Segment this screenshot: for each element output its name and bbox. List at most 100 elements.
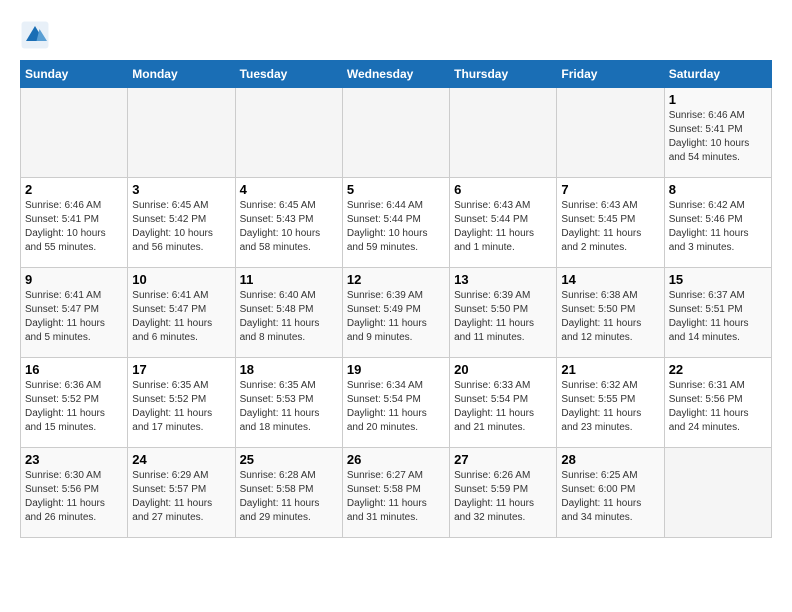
- week-row-5: 23 Sunrise: 6:30 AM Sunset: 5:56 PM Dayli…: [21, 448, 772, 538]
- day-number: 6: [454, 182, 552, 197]
- day-info: Sunrise: 6:32 AM Sunset: 5:55 PM Dayligh…: [561, 379, 659, 435]
- day-number: 1: [669, 92, 767, 107]
- calendar-cell: 9 Sunrise: 6:41 AM Sunset: 5:47 PM Daylig…: [21, 268, 128, 358]
- day-info: Sunrise: 6:33 AM Sunset: 5:54 PM Dayligh…: [454, 379, 552, 435]
- calendar-cell: 28 Sunrise: 6:25 AM Sunset: 6:00 PM Dayli…: [557, 448, 664, 538]
- calendar-cell: 15 Sunrise: 6:37 AM Sunset: 5:51 PM Dayli…: [664, 268, 771, 358]
- day-number: 8: [669, 182, 767, 197]
- day-info: Sunrise: 6:27 AM Sunset: 5:58 PM Dayligh…: [347, 469, 445, 525]
- day-number: 21: [561, 362, 659, 377]
- day-number: 19: [347, 362, 445, 377]
- calendar-cell: [450, 88, 557, 178]
- week-row-3: 9 Sunrise: 6:41 AM Sunset: 5:47 PM Daylig…: [21, 268, 772, 358]
- day-info: Sunrise: 6:37 AM Sunset: 5:51 PM Dayligh…: [669, 289, 767, 345]
- calendar-cell: 6 Sunrise: 6:43 AM Sunset: 5:44 PM Daylig…: [450, 178, 557, 268]
- calendar-cell: [557, 88, 664, 178]
- calendar-cell: 27 Sunrise: 6:26 AM Sunset: 5:59 PM Dayli…: [450, 448, 557, 538]
- week-row-2: 2Sunrise: 6:46 AM Sunset: 5:41 PM Daylig…: [21, 178, 772, 268]
- day-info: Sunrise: 6:46 AM Sunset: 5:41 PM Dayligh…: [669, 109, 767, 165]
- day-number: 22: [669, 362, 767, 377]
- calendar-cell: [235, 88, 342, 178]
- day-info: Sunrise: 6:35 AM Sunset: 5:52 PM Dayligh…: [132, 379, 230, 435]
- day-info: Sunrise: 6:39 AM Sunset: 5:49 PM Dayligh…: [347, 289, 445, 345]
- calendar-cell: 21 Sunrise: 6:32 AM Sunset: 5:55 PM Dayli…: [557, 358, 664, 448]
- col-header-monday: Monday: [128, 61, 235, 88]
- day-info: Sunrise: 6:34 AM Sunset: 5:54 PM Dayligh…: [347, 379, 445, 435]
- col-header-wednesday: Wednesday: [342, 61, 449, 88]
- logo-icon: [20, 20, 50, 50]
- day-number: 20: [454, 362, 552, 377]
- calendar-cell: 17 Sunrise: 6:35 AM Sunset: 5:52 PM Dayli…: [128, 358, 235, 448]
- calendar-cell: 22 Sunrise: 6:31 AM Sunset: 5:56 PM Dayli…: [664, 358, 771, 448]
- day-info: Sunrise: 6:40 AM Sunset: 5:48 PM Dayligh…: [240, 289, 338, 345]
- day-info: Sunrise: 6:41 AM Sunset: 5:47 PM Dayligh…: [25, 289, 123, 345]
- col-header-thursday: Thursday: [450, 61, 557, 88]
- day-number: 16: [25, 362, 123, 377]
- col-header-saturday: Saturday: [664, 61, 771, 88]
- logo: [20, 20, 54, 50]
- calendar-cell: 3 Sunrise: 6:45 AM Sunset: 5:42 PM Daylig…: [128, 178, 235, 268]
- calendar-cell: 16 Sunrise: 6:36 AM Sunset: 5:52 PM Dayli…: [21, 358, 128, 448]
- calendar-cell: 18Sunrise: 6:35 AM Sunset: 5:53 PM Dayli…: [235, 358, 342, 448]
- calendar-cell: 24 Sunrise: 6:29 AM Sunset: 5:57 PM Dayli…: [128, 448, 235, 538]
- calendar-cell: 20 Sunrise: 6:33 AM Sunset: 5:54 PM Dayli…: [450, 358, 557, 448]
- day-number: 28: [561, 452, 659, 467]
- day-number: 24: [132, 452, 230, 467]
- day-number: 5: [347, 182, 445, 197]
- day-number: 4: [240, 182, 338, 197]
- day-info: Sunrise: 6:43 AM Sunset: 5:44 PM Dayligh…: [454, 199, 552, 255]
- day-info: Sunrise: 6:31 AM Sunset: 5:56 PM Dayligh…: [669, 379, 767, 435]
- day-number: 14: [561, 272, 659, 287]
- day-number: 9: [25, 272, 123, 287]
- day-info: Sunrise: 6:29 AM Sunset: 5:57 PM Dayligh…: [132, 469, 230, 525]
- calendar-cell: [664, 448, 771, 538]
- day-number: 10: [132, 272, 230, 287]
- week-row-4: 16 Sunrise: 6:36 AM Sunset: 5:52 PM Dayli…: [21, 358, 772, 448]
- calendar-cell: 13 Sunrise: 6:39 AM Sunset: 5:50 PM Dayli…: [450, 268, 557, 358]
- day-number: 2: [25, 182, 123, 197]
- day-number: 15: [669, 272, 767, 287]
- calendar-cell: 23 Sunrise: 6:30 AM Sunset: 5:56 PM Dayli…: [21, 448, 128, 538]
- calendar-cell: 14 Sunrise: 6:38 AM Sunset: 5:50 PM Dayli…: [557, 268, 664, 358]
- calendar-cell: [342, 88, 449, 178]
- day-number: 27: [454, 452, 552, 467]
- col-header-tuesday: Tuesday: [235, 61, 342, 88]
- day-info: Sunrise: 6:43 AM Sunset: 5:45 PM Dayligh…: [561, 199, 659, 255]
- calendar-cell: [128, 88, 235, 178]
- day-number: 3: [132, 182, 230, 197]
- calendar-cell: 5 Sunrise: 6:44 AM Sunset: 5:44 PM Daylig…: [342, 178, 449, 268]
- calendar-cell: 4 Sunrise: 6:45 AM Sunset: 5:43 PM Daylig…: [235, 178, 342, 268]
- calendar-cell: 25 Sunrise: 6:28 AM Sunset: 5:58 PM Dayli…: [235, 448, 342, 538]
- day-number: 11: [240, 272, 338, 287]
- calendar-table: SundayMondayTuesdayWednesdayThursdayFrid…: [20, 60, 772, 538]
- day-info: Sunrise: 6:44 AM Sunset: 5:44 PM Dayligh…: [347, 199, 445, 255]
- calendar-cell: 8 Sunrise: 6:42 AM Sunset: 5:46 PM Daylig…: [664, 178, 771, 268]
- day-info: Sunrise: 6:36 AM Sunset: 5:52 PM Dayligh…: [25, 379, 123, 435]
- day-info: Sunrise: 6:26 AM Sunset: 5:59 PM Dayligh…: [454, 469, 552, 525]
- header: [20, 20, 772, 50]
- day-number: 12: [347, 272, 445, 287]
- day-number: 23: [25, 452, 123, 467]
- calendar-cell: 2Sunrise: 6:46 AM Sunset: 5:41 PM Daylig…: [21, 178, 128, 268]
- calendar-cell: 12 Sunrise: 6:39 AM Sunset: 5:49 PM Dayli…: [342, 268, 449, 358]
- col-header-friday: Friday: [557, 61, 664, 88]
- day-info: Sunrise: 6:42 AM Sunset: 5:46 PM Dayligh…: [669, 199, 767, 255]
- calendar-cell: 7Sunrise: 6:43 AM Sunset: 5:45 PM Daylig…: [557, 178, 664, 268]
- day-info: Sunrise: 6:45 AM Sunset: 5:42 PM Dayligh…: [132, 199, 230, 255]
- calendar-cell: 26 Sunrise: 6:27 AM Sunset: 5:58 PM Dayli…: [342, 448, 449, 538]
- day-number: 26: [347, 452, 445, 467]
- day-info: Sunrise: 6:35 AM Sunset: 5:53 PM Dayligh…: [240, 379, 338, 435]
- day-number: 25: [240, 452, 338, 467]
- day-info: Sunrise: 6:38 AM Sunset: 5:50 PM Dayligh…: [561, 289, 659, 345]
- day-number: 17: [132, 362, 230, 377]
- day-info: Sunrise: 6:41 AM Sunset: 5:47 PM Dayligh…: [132, 289, 230, 345]
- day-info: Sunrise: 6:25 AM Sunset: 6:00 PM Dayligh…: [561, 469, 659, 525]
- day-info: Sunrise: 6:30 AM Sunset: 5:56 PM Dayligh…: [25, 469, 123, 525]
- calendar-cell: 10 Sunrise: 6:41 AM Sunset: 5:47 PM Dayli…: [128, 268, 235, 358]
- day-number: 13: [454, 272, 552, 287]
- calendar-cell: 11 Sunrise: 6:40 AM Sunset: 5:48 PM Dayli…: [235, 268, 342, 358]
- day-info: Sunrise: 6:28 AM Sunset: 5:58 PM Dayligh…: [240, 469, 338, 525]
- calendar-cell: 1 Sunrise: 6:46 AM Sunset: 5:41 PM Daylig…: [664, 88, 771, 178]
- day-info: Sunrise: 6:39 AM Sunset: 5:50 PM Dayligh…: [454, 289, 552, 345]
- day-info: Sunrise: 6:45 AM Sunset: 5:43 PM Dayligh…: [240, 199, 338, 255]
